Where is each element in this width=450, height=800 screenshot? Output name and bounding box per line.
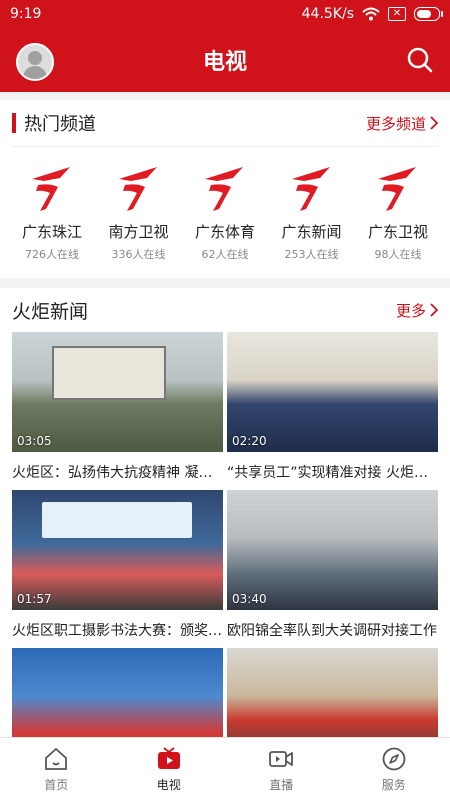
network-speed: 44.5K/s	[301, 6, 354, 22]
tab-home-label: 首页	[44, 777, 69, 792]
tv-icon	[157, 746, 180, 769]
hot-channels-section: 热门频道 更多频道 广东珠江 726人在线 南方卫视 336人在线 广东体育 6…	[0, 100, 450, 278]
channel-logo-icon	[378, 167, 416, 211]
channel-item[interactable]: 广东珠江 726人在线	[12, 161, 92, 262]
battery-icon	[414, 7, 443, 21]
status-bar: 9:19 44.5K/s ✕	[0, 0, 450, 28]
video-thumbnail[interactable]: 02:20	[227, 332, 438, 452]
news-caption[interactable]: 火炬区：弘扬伟大抗疫精神 凝聚发展合力	[12, 462, 223, 482]
news-caption[interactable]: 火炬区职工摄影书法大赛：颁奖典礼举行	[12, 620, 223, 640]
page-title: 电视	[202, 50, 247, 75]
video-duration: 03:05	[17, 434, 52, 448]
video-thumbnail[interactable]: 03:05	[12, 332, 223, 452]
news-item[interactable]: 03:05 火炬区：弘扬伟大抗疫精神 凝聚发展合力	[12, 332, 223, 482]
hot-channels-title-wrap: 热门频道	[12, 110, 96, 136]
channel-logo-icon	[118, 167, 157, 211]
channel-online-count: 98人在线	[374, 248, 422, 261]
tab-tv-label: 电视	[156, 777, 181, 792]
channel-item[interactable]: 广东体育 62人在线	[185, 161, 265, 262]
status-right: 44.5K/s ✕	[301, 6, 443, 22]
channel-online-count: 336人在线	[111, 248, 166, 261]
hot-channels-header: 热门频道 更多频道	[12, 100, 438, 147]
bottom-tab-bar: 首页 电视 直播 服务	[0, 737, 450, 800]
tab-live[interactable]: 直播	[225, 738, 338, 800]
more-channels-link[interactable]: 更多频道	[366, 113, 438, 134]
channel-name: 广东体育	[194, 223, 255, 241]
channel-name: 南方卫视	[108, 223, 169, 241]
channel-name: 广东珠江	[21, 223, 82, 241]
hot-channels-title: 热门频道	[24, 114, 96, 135]
tab-home[interactable]: 首页	[0, 738, 113, 800]
video-camera-icon	[269, 750, 294, 767]
thumbnail-banner	[42, 502, 192, 538]
tab-services-label: 服务	[381, 777, 406, 792]
torch-news-section: 火炬新闻 更多 03:05 火炬区：弘扬伟大抗疫精神 凝聚发展合力 02:20 …	[0, 288, 450, 786]
torch-news-title: 火炬新闻	[12, 300, 89, 323]
wifi-icon	[362, 7, 380, 21]
news-caption[interactable]: 欧阳锦全率队到大关调研对接工作	[227, 620, 438, 640]
compass-icon	[382, 747, 406, 770]
video-duration: 01:57	[17, 592, 52, 606]
channel-name: 广东新闻	[281, 223, 342, 241]
tab-services[interactable]: 服务	[338, 738, 450, 800]
home-icon	[45, 747, 68, 770]
news-grid: 03:05 火炬区：弘扬伟大抗疫精神 凝聚发展合力 02:20 “共享员工”实现…	[12, 332, 438, 786]
news-item[interactable]: 02:20 “共享员工”实现精准对接 火炬区企业用工	[227, 332, 438, 482]
video-duration: 03:40	[232, 592, 267, 606]
avatar[interactable]	[16, 43, 54, 81]
channel-logo-icon	[205, 167, 243, 211]
channel-online-count: 62人在线	[201, 248, 249, 261]
chevron-right-icon	[430, 116, 438, 130]
chevron-right-icon	[430, 303, 438, 317]
more-news-label: 更多	[395, 301, 426, 320]
search-icon[interactable]	[406, 46, 434, 74]
video-thumbnail[interactable]: 03:40	[227, 490, 438, 610]
channel-name: 广东卫视	[367, 223, 428, 241]
news-item[interactable]: 01:57 火炬区职工摄影书法大赛：颁奖典礼举行	[12, 490, 223, 640]
channel-online-count: 726人在线	[25, 248, 79, 261]
channel-logo-icon	[291, 167, 330, 211]
channel-list: 广东珠江 726人在线 南方卫视 336人在线 广东体育 62人在线 广东新闻 …	[12, 147, 438, 262]
news-item[interactable]: 03:40 欧阳锦全率队到大关调研对接工作	[227, 490, 438, 640]
torch-news-header: 火炬新闻 更多	[12, 288, 438, 332]
channel-logo-icon	[32, 167, 70, 211]
news-caption[interactable]: “共享员工”实现精准对接 火炬区企业用工	[227, 462, 438, 482]
sim-off-icon: ✕	[388, 7, 406, 21]
top-app-bar: 电视	[0, 28, 450, 92]
tab-tv[interactable]: 电视	[113, 738, 226, 800]
section-marker	[12, 113, 16, 133]
more-channels-label: 更多频道	[365, 114, 426, 133]
status-time: 9:19	[10, 6, 42, 22]
channel-item[interactable]: 南方卫视 336人在线	[99, 161, 179, 262]
tab-live-label: 直播	[269, 777, 294, 792]
more-news-link[interactable]: 更多	[396, 300, 438, 321]
channel-item[interactable]: 广东卫视 98人在线	[358, 161, 438, 262]
thumbnail-screen	[52, 346, 166, 400]
channel-online-count: 253人在线	[284, 248, 339, 261]
video-duration: 02:20	[232, 434, 267, 448]
video-thumbnail[interactable]: 01:57	[12, 490, 223, 610]
channel-item[interactable]: 广东新闻 253人在线	[272, 161, 352, 262]
